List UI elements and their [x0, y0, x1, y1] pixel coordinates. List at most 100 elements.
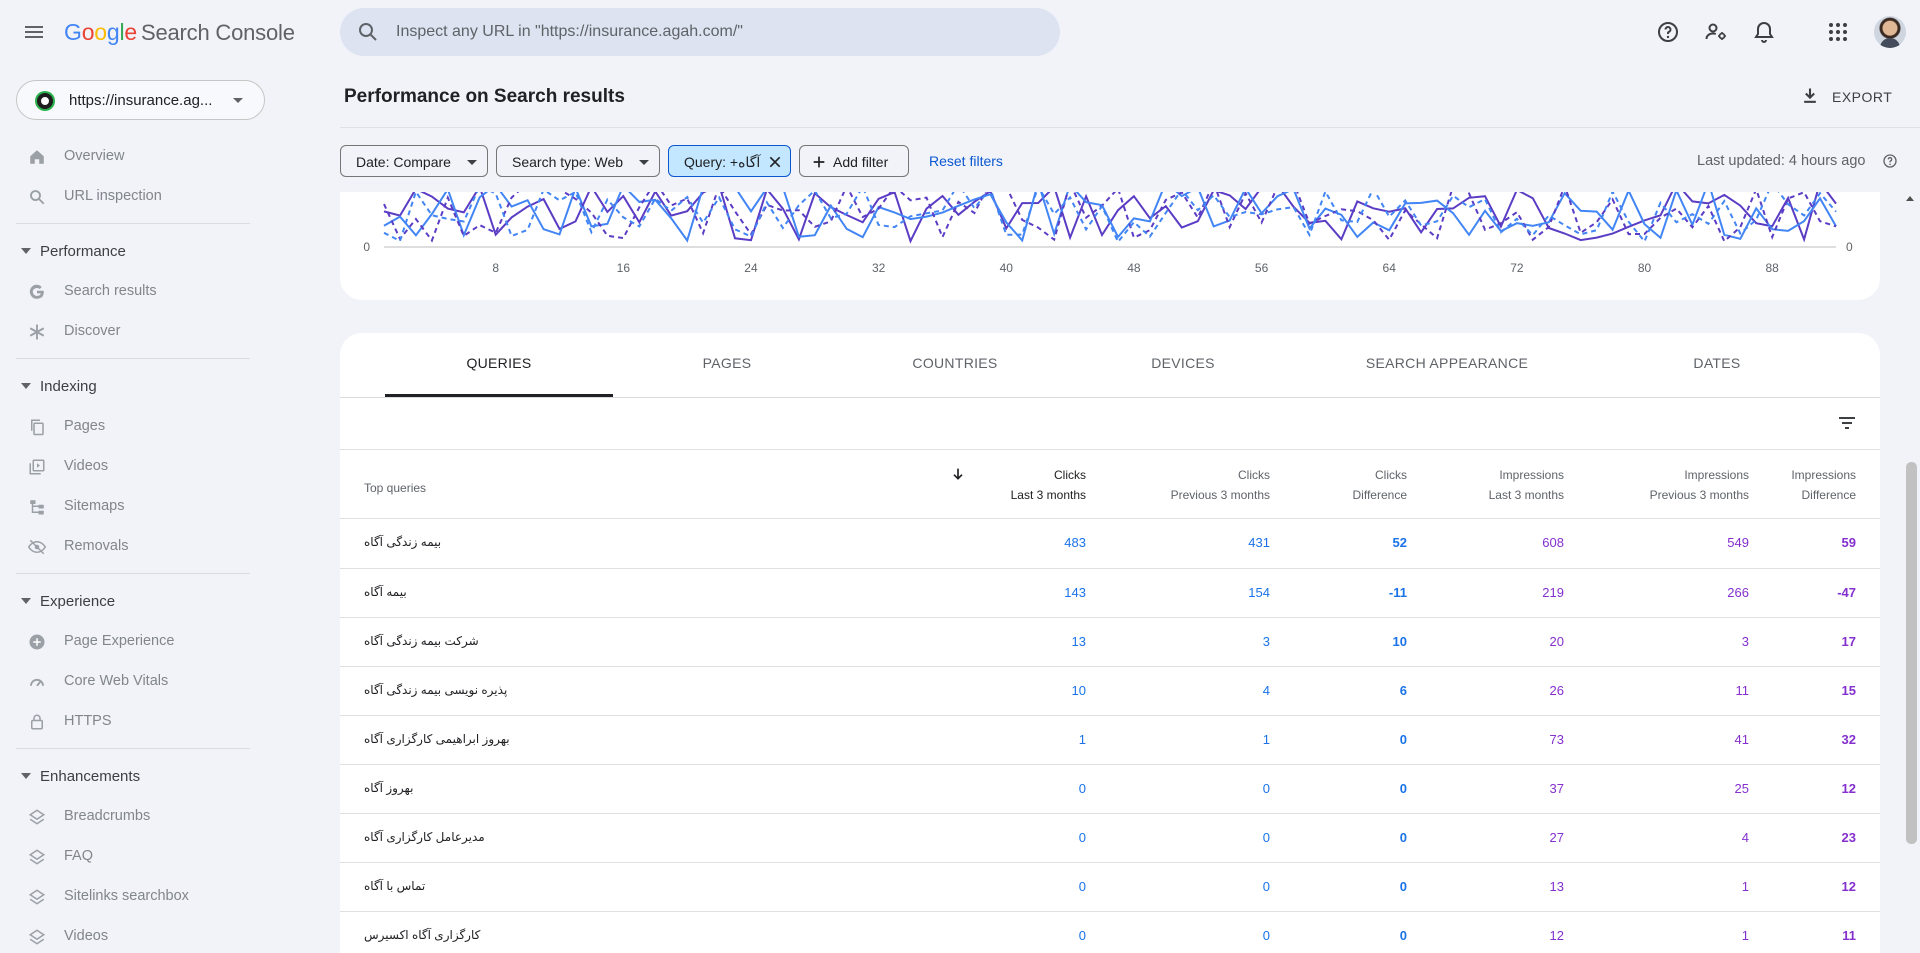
sidebar-section-performance[interactable]: Performance	[0, 231, 250, 271]
performance-chart-card: 0 0 8 16 24 32 40 48 56 64 72 80 88	[340, 192, 1880, 300]
clicks-prev-cell: 3	[1262, 634, 1270, 649]
sidebar-item-core-web-vitals[interactable]: Core Web Vitals	[0, 661, 250, 701]
column-header-query: Top queries	[364, 481, 427, 495]
table-row[interactable]: مدیرعامل کارگزاری آگاه 0 0 0 27 4 23	[340, 814, 1880, 863]
sidebar-item-breadcrumbs[interactable]: Breadcrumbs	[0, 796, 250, 836]
sidebar-item-url-inspection[interactable]: URL inspection	[0, 176, 250, 216]
header-divider	[340, 127, 1920, 128]
column-header-impressions-prev[interactable]: Impressions Previous 3 months	[1650, 465, 1749, 505]
tab-search-appearance[interactable]: SEARCH APPEARANCE	[1297, 333, 1597, 397]
performance-chart[interactable]: 0 0 8 16 24 32 40 48 56 64 72 80 88	[340, 192, 1880, 300]
sidebar-item-videos-enhancement[interactable]: Videos	[0, 916, 250, 953]
sidebar-item-sitemaps[interactable]: Sitemaps	[0, 486, 250, 526]
sidebar-item-label: Sitemaps	[64, 498, 125, 514]
column-header-clicks-diff[interactable]: Clicks Difference	[1353, 465, 1407, 505]
column-header-clicks[interactable]: Clicks Last 3 months	[1011, 465, 1086, 505]
sidebar: https://insurance.ag... Overview URL ins…	[0, 64, 265, 953]
speed-icon	[30, 678, 44, 687]
sidebar-item-faq[interactable]: FAQ	[0, 836, 250, 876]
sidebar-item-removals[interactable]: Removals	[0, 526, 250, 566]
site-favicon-icon	[37, 93, 53, 109]
apps-icon[interactable]	[1826, 20, 1850, 44]
menu-icon[interactable]	[22, 20, 46, 44]
google-g-icon	[29, 284, 44, 299]
sidebar-section-enhancements[interactable]: Enhancements	[0, 756, 250, 796]
tab-devices[interactable]: DEVICES	[1069, 333, 1297, 397]
impressions-prev-cell: 1	[1741, 928, 1749, 943]
property-selector[interactable]: https://insurance.ag...	[16, 80, 265, 120]
table-row[interactable]: بیمه آگاه 143 154 -11 219 266 -47	[340, 569, 1880, 618]
clicks-prev-cell: 431	[1248, 535, 1270, 550]
x-axis-tick-label: 88	[1765, 261, 1779, 275]
impressions-diff-cell: 32	[1841, 732, 1856, 747]
table-row[interactable]: بهروز ابراهیمی کارگزاری آگاه 1 1 0 73 41…	[340, 716, 1880, 765]
help-icon[interactable]	[1882, 153, 1898, 169]
filter-list-icon[interactable]	[1835, 411, 1859, 435]
lock-icon	[31, 714, 43, 730]
tab-dates[interactable]: DATES	[1597, 333, 1837, 397]
sidebar-item-overview[interactable]: Overview	[0, 136, 250, 176]
table-row[interactable]: بیمه زندگی آگاه 483 431 52 608 549 59	[340, 519, 1880, 568]
sidebar-item-page-experience[interactable]: Page Experience	[0, 621, 250, 661]
app-logo[interactable]: Google Search Console	[64, 19, 295, 46]
date-filter-chip[interactable]: Date: Compare	[340, 145, 488, 177]
sidebar-item-pages[interactable]: Pages	[0, 406, 250, 446]
column-header-impressions-diff[interactable]: Impressions Difference	[1791, 465, 1856, 505]
sidebar-item-search-results[interactable]: Search results	[0, 271, 250, 311]
tabs-divider	[340, 397, 1880, 398]
logo-letter: g	[106, 19, 120, 45]
sidebar-item-https[interactable]: HTTPS	[0, 701, 250, 741]
table-row[interactable]: بهروز آگاه 0 0 0 37 25 12	[340, 765, 1880, 814]
reset-filters-link[interactable]: Reset filters	[929, 153, 1003, 169]
sidebar-item-label: Page Experience	[64, 633, 175, 649]
table-row[interactable]: کارگزاری آگاه اکسیرس 0 0 0 12 1 11	[340, 912, 1880, 953]
header-line: Impressions	[1791, 468, 1856, 482]
avatar[interactable]	[1874, 16, 1906, 48]
chart-series	[383, 192, 1837, 244]
add-filter-button[interactable]: Add filter	[799, 145, 909, 177]
clicks-diff-cell: 52	[1392, 535, 1407, 550]
table-row[interactable]: پذیره نویسی بیمه زندگی آگاه 10 4 6 26 11…	[340, 667, 1880, 716]
sidebar-section-experience[interactable]: Experience	[0, 581, 250, 621]
table-row[interactable]: شرکت بیمه زندگی آگاه 13 3 10 20 3 17	[340, 618, 1880, 667]
page-title: Performance on Search results	[344, 86, 625, 107]
column-header-impressions[interactable]: Impressions Last 3 months	[1489, 465, 1564, 505]
tab-pages[interactable]: PAGES	[613, 333, 841, 397]
column-header-clicks-prev[interactable]: Clicks Previous 3 months	[1171, 465, 1270, 505]
export-button[interactable]: EXPORT	[1800, 84, 1896, 112]
clicks-prev-cell: 0	[1262, 830, 1270, 845]
logo-letter: e	[124, 19, 137, 45]
tab-countries[interactable]: COUNTRIES	[841, 333, 1069, 397]
clicks-cell: 0	[1078, 781, 1086, 796]
header-line: Last 3 months	[1488, 488, 1564, 502]
impressions-cell: 37	[1549, 781, 1564, 796]
sidebar-item-videos[interactable]: Videos	[0, 446, 250, 486]
search-input[interactable]	[396, 8, 1036, 56]
search-type-filter-chip[interactable]: Search type: Web	[496, 145, 660, 177]
section-label: Experience	[40, 593, 116, 610]
x-axis-tick-label: 32	[872, 261, 886, 275]
caret-down-icon	[467, 160, 477, 165]
table-row[interactable]: تماس با آگاه 0 0 0 13 1 12	[340, 863, 1880, 912]
close-icon[interactable]	[767, 154, 783, 170]
search-icon[interactable]	[356, 20, 380, 44]
sidebar-item-label: Videos	[64, 928, 109, 944]
query-cell: بهروز آگاه	[364, 781, 414, 795]
sidebar-item-discover[interactable]: Discover	[0, 311, 250, 351]
impressions-diff-cell: 11	[1842, 928, 1856, 943]
impressions-prev-cell: 3	[1741, 634, 1749, 649]
sidebar-item-sitelinks-searchbox[interactable]: Sitelinks searchbox	[0, 876, 250, 916]
sidebar-item-label: Videos	[64, 458, 109, 474]
sidebar-section-indexing[interactable]: Indexing	[0, 366, 250, 406]
scroll-up-arrow-icon[interactable]	[1906, 196, 1914, 201]
help-icon[interactable]	[1656, 20, 1680, 44]
impressions-diff-cell: 59	[1841, 535, 1856, 550]
nav-divider	[16, 358, 250, 359]
arrow-downward-icon[interactable]	[950, 466, 966, 482]
manage-users-icon[interactable]	[1704, 20, 1728, 44]
tab-queries[interactable]: QUERIES	[385, 333, 613, 397]
query-filter-chip[interactable]: Query: +آگاه	[668, 145, 791, 177]
notifications-icon[interactable]	[1752, 20, 1776, 44]
scrollbar-thumb[interactable]	[1906, 462, 1917, 844]
header-line: Impressions	[1684, 468, 1749, 482]
